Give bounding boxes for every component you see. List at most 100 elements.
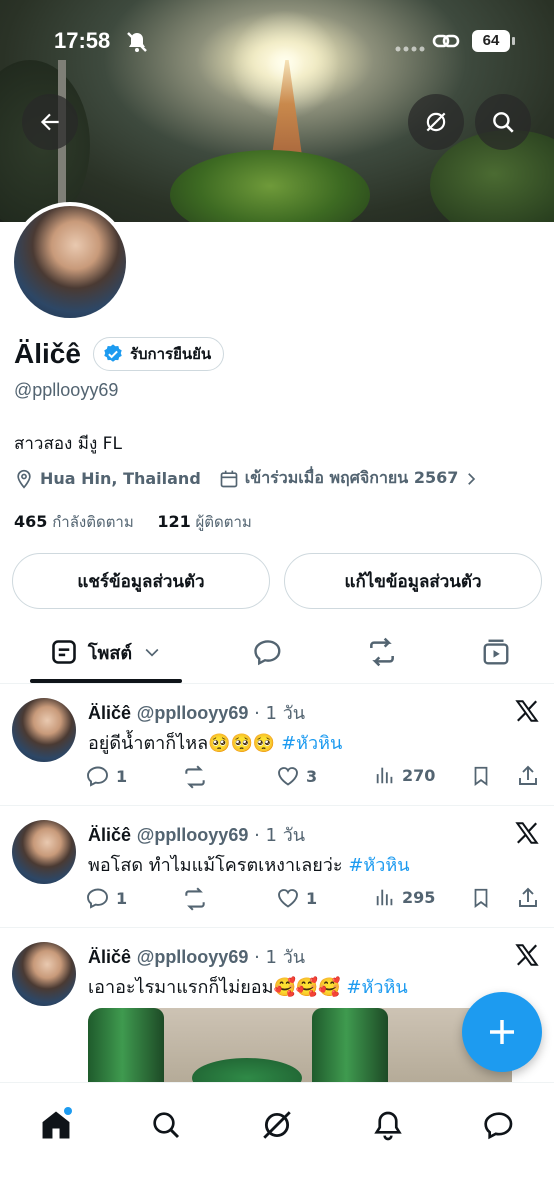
x-logo-icon[interactable] bbox=[514, 942, 540, 968]
tab-posts-label: โพสต์ bbox=[87, 642, 133, 664]
post-text-body: อยู่ดีน้ำตาก็ไหล🥺🥺🥺 bbox=[88, 733, 282, 754]
profile-name-row: Äličê รับการยืนยัน bbox=[14, 337, 225, 371]
post-avatar[interactable] bbox=[12, 820, 76, 884]
profile-handle: @ppllooyy69 bbox=[14, 380, 119, 400]
post-avatar[interactable] bbox=[12, 942, 76, 1006]
retweet-button[interactable] bbox=[182, 764, 214, 790]
post-header: Äličê @ppllooyy69 · 1 วัน bbox=[88, 698, 305, 727]
tab-posts[interactable]: โพสต์ bbox=[30, 622, 182, 682]
post-text-body: เอาอะไรมาแรกก็ไม่ยอม🥰🥰🥰 bbox=[88, 977, 347, 998]
bookmark-button[interactable] bbox=[470, 886, 492, 910]
back-button[interactable] bbox=[22, 94, 78, 150]
grok-icon bbox=[426, 112, 446, 132]
post-actions: 1 3 270 bbox=[86, 764, 542, 792]
share-icon bbox=[519, 765, 537, 785]
nav-messages[interactable] bbox=[477, 1103, 521, 1147]
back-arrow-icon bbox=[40, 113, 59, 131]
following-label: กำลังติดตาม bbox=[52, 513, 134, 531]
bottom-navigation bbox=[0, 1082, 554, 1200]
media-icon bbox=[483, 639, 509, 665]
bookmark-button[interactable] bbox=[470, 764, 492, 788]
new-content-dot bbox=[64, 1107, 72, 1115]
x-logo-icon[interactable] bbox=[514, 698, 540, 724]
post-item[interactable]: Äličê @ppllooyy69 · 1 วัน อยู่ดีน้ำตาก็ไ… bbox=[0, 684, 554, 806]
nav-grok[interactable] bbox=[255, 1103, 299, 1147]
tab-replies[interactable] bbox=[240, 622, 296, 682]
share-button[interactable] bbox=[516, 886, 540, 910]
signal-icon bbox=[395, 38, 425, 57]
post-time: · 1 วัน bbox=[254, 825, 306, 846]
search-button[interactable] bbox=[475, 94, 531, 150]
reply-icon bbox=[254, 640, 281, 666]
views-icon bbox=[376, 889, 393, 906]
retweet-button[interactable] bbox=[182, 886, 214, 912]
verified-badge-icon bbox=[104, 344, 122, 362]
image-bottle bbox=[88, 1008, 164, 1088]
chevron-right-icon bbox=[468, 472, 476, 485]
profile-joined-date[interactable]: เข้าร่วมเมื่อ พฤศจิกายน 2567 bbox=[245, 466, 459, 491]
nav-home[interactable] bbox=[34, 1103, 78, 1147]
nav-search[interactable] bbox=[144, 1103, 188, 1147]
views-count: 270 bbox=[402, 765, 436, 785]
post-time: · 1 วัน bbox=[254, 947, 306, 968]
like-count: 1 bbox=[306, 888, 318, 908]
like-button[interactable]: 3 bbox=[276, 764, 317, 788]
reply-icon bbox=[87, 888, 108, 909]
post-image[interactable] bbox=[88, 1008, 512, 1088]
tab-reposts[interactable] bbox=[354, 622, 410, 682]
following-link[interactable]: 465 กำลังติดตาม bbox=[14, 512, 134, 531]
silent-bell-icon bbox=[125, 30, 149, 58]
post-avatar[interactable] bbox=[12, 698, 76, 762]
get-verified-button[interactable]: รับการยืนยัน bbox=[92, 337, 225, 371]
profile-name: Äličê bbox=[14, 338, 81, 369]
image-bottle bbox=[312, 1008, 388, 1088]
post-item[interactable]: Äličê @ppllooyy69 · 1 วัน พอโสด ทำไมแม้โ… bbox=[0, 806, 554, 928]
post-actions: 1 1 295 bbox=[86, 886, 542, 914]
posts-icon bbox=[52, 640, 76, 664]
share-icon bbox=[519, 887, 537, 907]
reply-button[interactable]: 1 bbox=[86, 886, 127, 910]
post-text: เอาอะไรมาแรกก็ไม่ยอม🥰🥰🥰 #หัวหิน bbox=[88, 972, 408, 1001]
profile-meta: Hua Hin, Thailand เข้าร่วมเมื่อ พฤศจิกาย… bbox=[14, 466, 480, 491]
followers-link[interactable]: 121 ผู้ติดตาม bbox=[157, 512, 252, 531]
views-button[interactable]: 270 bbox=[374, 764, 435, 786]
plus-icon bbox=[490, 1020, 514, 1044]
like-button[interactable]: 1 bbox=[276, 886, 317, 910]
post-text: อยู่ดีน้ำตาก็ไหล🥺🥺🥺 #หัวหิน bbox=[88, 728, 342, 757]
edit-profile-button[interactable]: แก้ไขข้อมูลส่วนตัว bbox=[284, 553, 542, 609]
profile-tabs: โพสต์ bbox=[0, 622, 554, 684]
post-hashtag[interactable]: #หัวหิน bbox=[281, 733, 342, 754]
post-hashtag[interactable]: #หัวหิน bbox=[346, 977, 407, 998]
battery-indicator: 64 bbox=[472, 30, 515, 52]
post-hashtag[interactable]: #หัวหิน bbox=[348, 855, 409, 876]
share-button[interactable] bbox=[516, 764, 540, 788]
active-tab-indicator bbox=[30, 679, 182, 683]
retweet-icon bbox=[185, 765, 205, 789]
views-button[interactable]: 295 bbox=[374, 886, 435, 908]
post-author-handle: @ppllooyy69 bbox=[136, 703, 249, 723]
share-profile-button[interactable]: แชร์ข้อมูลส่วนตัว bbox=[12, 553, 270, 609]
post-author-name: Äličê bbox=[88, 825, 132, 845]
post-header: Äličê @ppllooyy69 · 1 วัน bbox=[88, 820, 305, 849]
profile-bio: สาวสอง มีงู FL bbox=[14, 434, 122, 454]
compose-post-button[interactable] bbox=[462, 992, 542, 1072]
retweet-icon bbox=[370, 637, 394, 667]
profile-joined-text: เข้าร่วมเมื่อ พฤศจิกายน 2567 bbox=[244, 468, 459, 487]
profile-avatar[interactable] bbox=[10, 202, 130, 322]
profile-location: Hua Hin, Thailand bbox=[40, 469, 201, 488]
grok-button[interactable] bbox=[408, 94, 464, 150]
followers-count: 121 bbox=[157, 512, 191, 531]
reply-count: 1 bbox=[116, 888, 128, 908]
reply-button[interactable]: 1 bbox=[86, 764, 127, 788]
like-count: 3 bbox=[306, 766, 318, 786]
nav-notifications[interactable] bbox=[366, 1103, 410, 1147]
reply-count: 1 bbox=[116, 766, 128, 786]
post-author-handle: @ppllooyy69 bbox=[136, 947, 249, 967]
post-author-handle: @ppllooyy69 bbox=[136, 825, 249, 845]
grok-icon bbox=[263, 1111, 291, 1139]
followers-label: ผู้ติดตาม bbox=[195, 513, 252, 531]
tab-media[interactable] bbox=[468, 622, 524, 682]
follow-counts: 465 กำลังติดตาม 121 ผู้ติดตาม bbox=[14, 510, 252, 534]
calendar-icon bbox=[220, 470, 238, 487]
x-logo-icon[interactable] bbox=[514, 820, 540, 846]
